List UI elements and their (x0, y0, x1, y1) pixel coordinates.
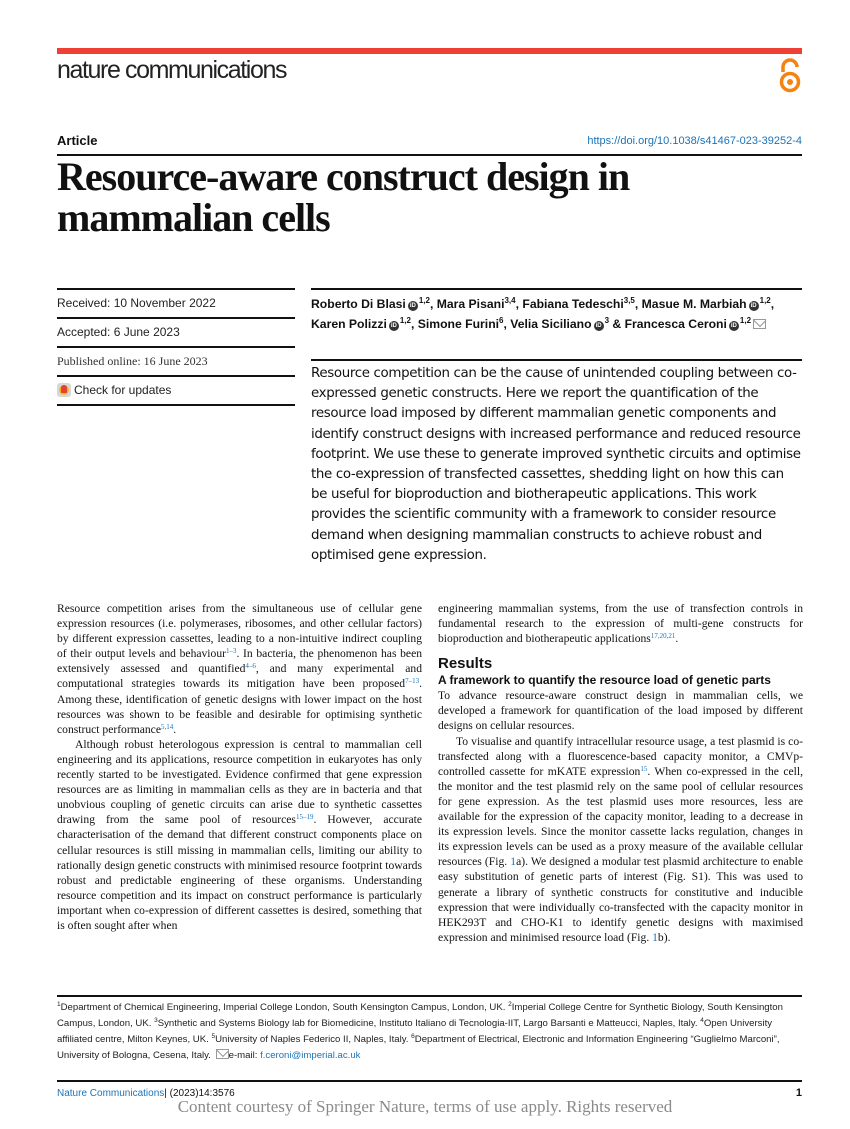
author-affiliation: 1,2 (759, 296, 771, 305)
authors-divider (311, 288, 802, 290)
accepted-date: Accepted: 6 June 2023 (57, 325, 180, 340)
received-date: Received: 10 November 2022 (57, 296, 216, 311)
check-for-updates-button[interactable]: Check for updates (57, 377, 295, 405)
email-label: e-mail: (228, 1050, 261, 1061)
subsection-heading: A framework to quantify the resource loa… (438, 673, 771, 688)
author-name[interactable]: Mara Pisani (437, 297, 505, 311)
journal-accent-bar (57, 48, 802, 54)
citation-link[interactable]: 15–19 (296, 813, 314, 821)
figure-link[interactable]: 1 (652, 931, 658, 944)
footer-divider (57, 1080, 802, 1082)
orcid-icon[interactable]: iD (728, 321, 739, 331)
orcid-icon[interactable]: iD (388, 321, 399, 331)
affiliations-divider (57, 995, 802, 997)
body-column-right: engineering mammalian systems, from the … (438, 601, 803, 945)
citation-link[interactable]: 7–13 (405, 677, 419, 685)
author-name[interactable]: Masue M. Marbiah (642, 297, 747, 311)
author-list: Roberto Di Blasi iD1,2, Mara Pisani3,4, F… (311, 296, 775, 331)
affiliation-text: Synthetic and Systems Biology lab for Bi… (157, 1018, 701, 1029)
citation-link[interactable]: 4–6 (245, 662, 256, 670)
affiliation-text: Department of Chemical Engineering, Impe… (60, 1002, 509, 1013)
citation-link[interactable]: 17,20,21 (651, 632, 676, 640)
citation-link[interactable]: 1–3 (226, 647, 237, 655)
author-name[interactable]: Simone Furini (418, 317, 499, 331)
open-access-icon (779, 58, 801, 93)
author-affiliation: 1,2 (739, 316, 752, 325)
published-date: Published online: 16 June 2023 (57, 353, 208, 368)
intro-paragraph-2-continued: engineering mammalian systems, from the … (438, 602, 803, 646)
author-affiliation: 1,2 (399, 316, 411, 325)
orcid-icon[interactable]: iD (407, 301, 418, 311)
affiliations: 1Department of Chemical Engineering, Imp… (57, 1000, 805, 1064)
abstract-divider (311, 359, 802, 361)
author-name[interactable]: Velia Siciliano (510, 317, 591, 331)
figure-link[interactable]: 1 (510, 855, 516, 868)
affiliation-text: University of Naples Federico II, Naples… (215, 1034, 412, 1045)
divider (57, 404, 295, 406)
author-name[interactable]: Francesca Ceroni (625, 317, 727, 331)
author-name[interactable]: Karen Polizzi (311, 317, 387, 331)
crossmark-icon (57, 383, 71, 398)
results-paragraph-2: To visualise and quantify intracellular … (438, 734, 803, 944)
author-name[interactable]: Roberto Di Blasi (311, 297, 406, 311)
author-affiliation: 3,5 (623, 296, 635, 305)
doi-link[interactable]: https://doi.org/10.1038/s41467-023-39252… (587, 135, 802, 147)
citation-link[interactable]: 5,14 (161, 723, 173, 731)
body-column-left: Resource competition arises from the sim… (57, 601, 422, 933)
copyright-watermark: Content courtesy of Springer Nature, ter… (177, 1097, 673, 1116)
article-dates: Received: 10 November 2022 Accepted: 6 J… (57, 288, 295, 406)
article-title: Resource-aware construct design in mamma… (57, 154, 630, 240)
intro-paragraph-2: Although robust heterologous expression … (57, 737, 422, 932)
author-affiliation: 1,2 (418, 296, 430, 305)
intro-paragraph-1: Resource competition arises from the sim… (57, 602, 423, 736)
check-for-updates-label: Check for updates (74, 383, 172, 398)
orcid-icon[interactable]: iD (593, 321, 604, 331)
journal-name: nature communications (57, 56, 287, 84)
citation-link[interactable]: 15 (640, 765, 647, 773)
email-icon[interactable] (753, 319, 767, 329)
email-icon (215, 1049, 229, 1059)
author-affiliation: 3 (604, 316, 610, 325)
abstract: Resource competition can be the cause of… (311, 366, 801, 563)
section-heading-results: Results (438, 655, 493, 673)
author-affiliation: 6 (499, 316, 504, 325)
author-name[interactable]: Fabiana Tedeschi (522, 297, 623, 311)
article-type: Article (57, 133, 98, 148)
email-link[interactable]: f.ceroni@imperial.ac.uk (260, 1050, 360, 1061)
orcid-icon[interactable]: iD (748, 301, 759, 311)
results-paragraph-1: To advance resource-aware construct desi… (438, 689, 803, 733)
author-affiliation: 3,4 (504, 296, 516, 305)
